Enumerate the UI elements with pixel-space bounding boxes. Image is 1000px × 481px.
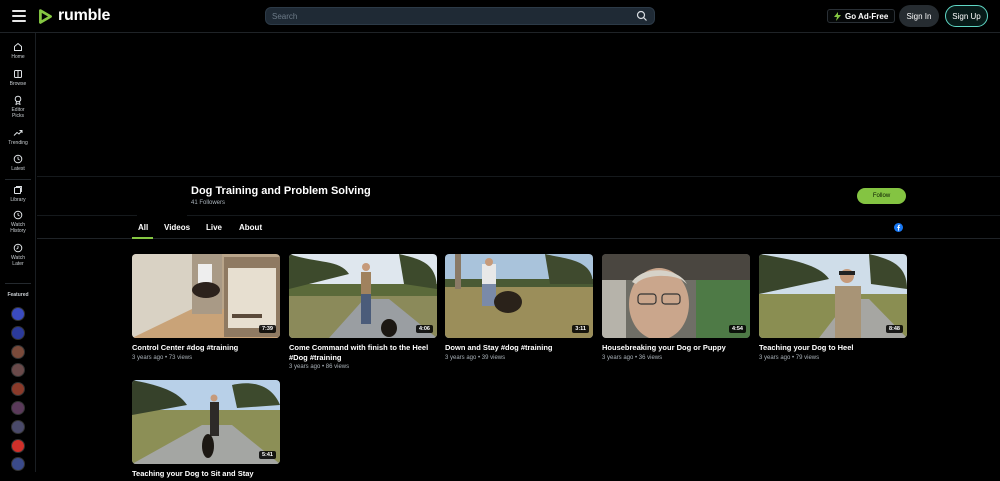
video-duration: 8:48 <box>885 325 903 333</box>
video-duration: 5:41 <box>258 451 276 459</box>
video-thumbnail[interactable]: 4:06 <box>289 254 437 338</box>
sidebar-item-home[interactable]: Home <box>0 42 36 60</box>
channel-banner <box>37 34 1000 176</box>
video-duration: 7:39 <box>258 325 276 333</box>
sidebar-item-label: Watch History <box>10 222 26 234</box>
sidebar-item-latest[interactable]: Latest <box>0 154 36 172</box>
video-card[interactable]: 8:48 Teaching your Dog to Heel 3 years a… <box>759 254 907 361</box>
video-title[interactable]: Come Command with finish to the Heel #Do… <box>289 343 437 362</box>
tab-about[interactable]: About <box>239 223 262 232</box>
sidebar-divider <box>5 283 31 284</box>
sidebar-item-library[interactable]: Library <box>0 185 36 203</box>
active-tab-indicator <box>132 237 153 239</box>
editor-picks-icon <box>14 95 22 105</box>
tab-videos[interactable]: Videos <box>164 223 190 232</box>
trending-icon <box>13 130 23 136</box>
tab-live[interactable]: Live <box>206 223 222 232</box>
thumbnail-image <box>289 254 437 338</box>
sidebar-item-browse[interactable]: Browse <box>0 69 36 87</box>
sidebar-item-watch-history[interactable]: Watch History <box>0 210 36 234</box>
video-duration: 4:06 <box>415 325 433 333</box>
history-icon <box>13 210 23 220</box>
featured-channel-avatar[interactable] <box>11 382 25 397</box>
video-duration: 3:11 <box>572 325 589 333</box>
top-header: rumble Go Ad-Free Sign In Sign Up <box>0 0 1000 33</box>
channel-avatar[interactable] <box>137 177 187 217</box>
sidebar-item-label: Home <box>11 54 25 60</box>
video-title[interactable]: Control Center #dog #training <box>132 343 280 353</box>
sidebar-item-label: Browse <box>9 81 27 87</box>
video-thumbnail[interactable]: 8:48 <box>759 254 907 338</box>
video-meta: 3 years ago • 73 views <box>132 354 193 361</box>
video-card[interactable]: 3:11 Down and Stay #dog #training 3 year… <box>445 254 593 361</box>
sidebar-item-label: Trending <box>8 140 28 146</box>
sidebar-item-label: Latest <box>11 166 25 172</box>
video-title[interactable]: Teaching your Dog to Heel <box>759 343 907 353</box>
featured-channel-avatar[interactable] <box>11 457 25 472</box>
video-card[interactable]: 4:06 Come Command with finish to the Hee… <box>289 254 437 370</box>
video-thumbnail[interactable]: 3:11 <box>445 254 593 338</box>
thumbnail-image <box>132 254 280 338</box>
featured-channel-avatar[interactable] <box>11 344 25 359</box>
browse-icon <box>14 70 22 78</box>
thumbnail-image <box>602 254 750 338</box>
search-bar[interactable] <box>265 7 655 25</box>
search-input[interactable] <box>266 10 636 22</box>
video-thumbnail[interactable]: 4:54 <box>602 254 750 338</box>
video-card[interactable]: 7:39 Control Center #dog #training 3 yea… <box>132 254 280 361</box>
tab-all[interactable]: All <box>138 223 148 232</box>
bolt-icon <box>834 11 841 21</box>
menu-icon[interactable] <box>12 10 26 22</box>
rumble-logo-icon <box>39 8 52 24</box>
sidebar-divider <box>5 179 31 180</box>
video-card[interactable]: 5:41 Teaching your Dog to Sit and Stay <box>132 380 280 481</box>
go-ad-free-button[interactable]: Go Ad-Free <box>827 9 896 23</box>
video-thumbnail[interactable]: 5:41 <box>132 380 280 464</box>
sign-up-button[interactable]: Sign Up <box>945 5 988 27</box>
video-title[interactable]: Down and Stay #dog #training <box>445 343 593 353</box>
go-ad-free-label: Go Ad-Free <box>845 11 889 21</box>
channel-title: Dog Training and Problem Solving <box>191 185 371 197</box>
video-thumbnail[interactable]: 7:39 <box>132 254 280 338</box>
thumbnail-image <box>445 254 593 338</box>
facebook-icon[interactable] <box>894 223 903 232</box>
featured-channel-avatar[interactable] <box>11 325 25 340</box>
watch-later-icon <box>13 243 23 253</box>
video-title[interactable]: Teaching your Dog to Sit and Stay <box>132 469 280 479</box>
home-icon <box>14 42 22 51</box>
sidebar: Home Browse Editor Picks Trending Latest… <box>0 33 36 472</box>
search-icon[interactable] <box>636 10 648 22</box>
thumbnail-image <box>759 254 907 338</box>
follow-button[interactable]: Follow <box>857 188 906 204</box>
rumble-logo[interactable]: rumble <box>37 7 110 25</box>
channel-bar <box>37 176 1000 217</box>
channel-followers: 41 Followers <box>191 200 226 206</box>
sidebar-item-watch-later[interactable]: Watch Later <box>0 243 36 267</box>
library-icon <box>14 186 22 194</box>
featured-channel-avatar[interactable] <box>11 401 25 415</box>
clock-icon <box>13 154 23 164</box>
sidebar-item-label: Watch Later <box>11 255 25 267</box>
featured-channel-avatar[interactable] <box>11 363 25 378</box>
featured-label: Featured <box>7 292 29 298</box>
video-meta: 3 years ago • 79 views <box>759 354 820 361</box>
logo-text: rumble <box>58 7 111 24</box>
featured-channel-avatar[interactable] <box>11 419 25 434</box>
video-meta: 3 years ago • 39 views <box>445 354 506 361</box>
video-meta: 3 years ago • 36 views <box>602 354 663 361</box>
sidebar-item-label: Library <box>10 197 26 203</box>
sidebar-item-editor-picks[interactable]: Editor Picks <box>0 95 36 119</box>
sign-in-button[interactable]: Sign In <box>899 5 939 27</box>
sidebar-item-label: Editor Picks <box>11 107 25 119</box>
sidebar-item-trending[interactable]: Trending <box>0 128 36 146</box>
video-duration: 4:54 <box>728 325 746 333</box>
video-meta: 3 years ago • 86 views <box>289 364 350 370</box>
featured-channel-avatar[interactable] <box>11 307 25 321</box>
thumbnail-image <box>132 380 280 464</box>
video-title[interactable]: Housebreaking your Dog or Puppy <box>602 343 750 353</box>
video-card[interactable]: 4:54 Housebreaking your Dog or Puppy 3 y… <box>602 254 750 361</box>
featured-channel-avatar[interactable] <box>11 438 25 453</box>
